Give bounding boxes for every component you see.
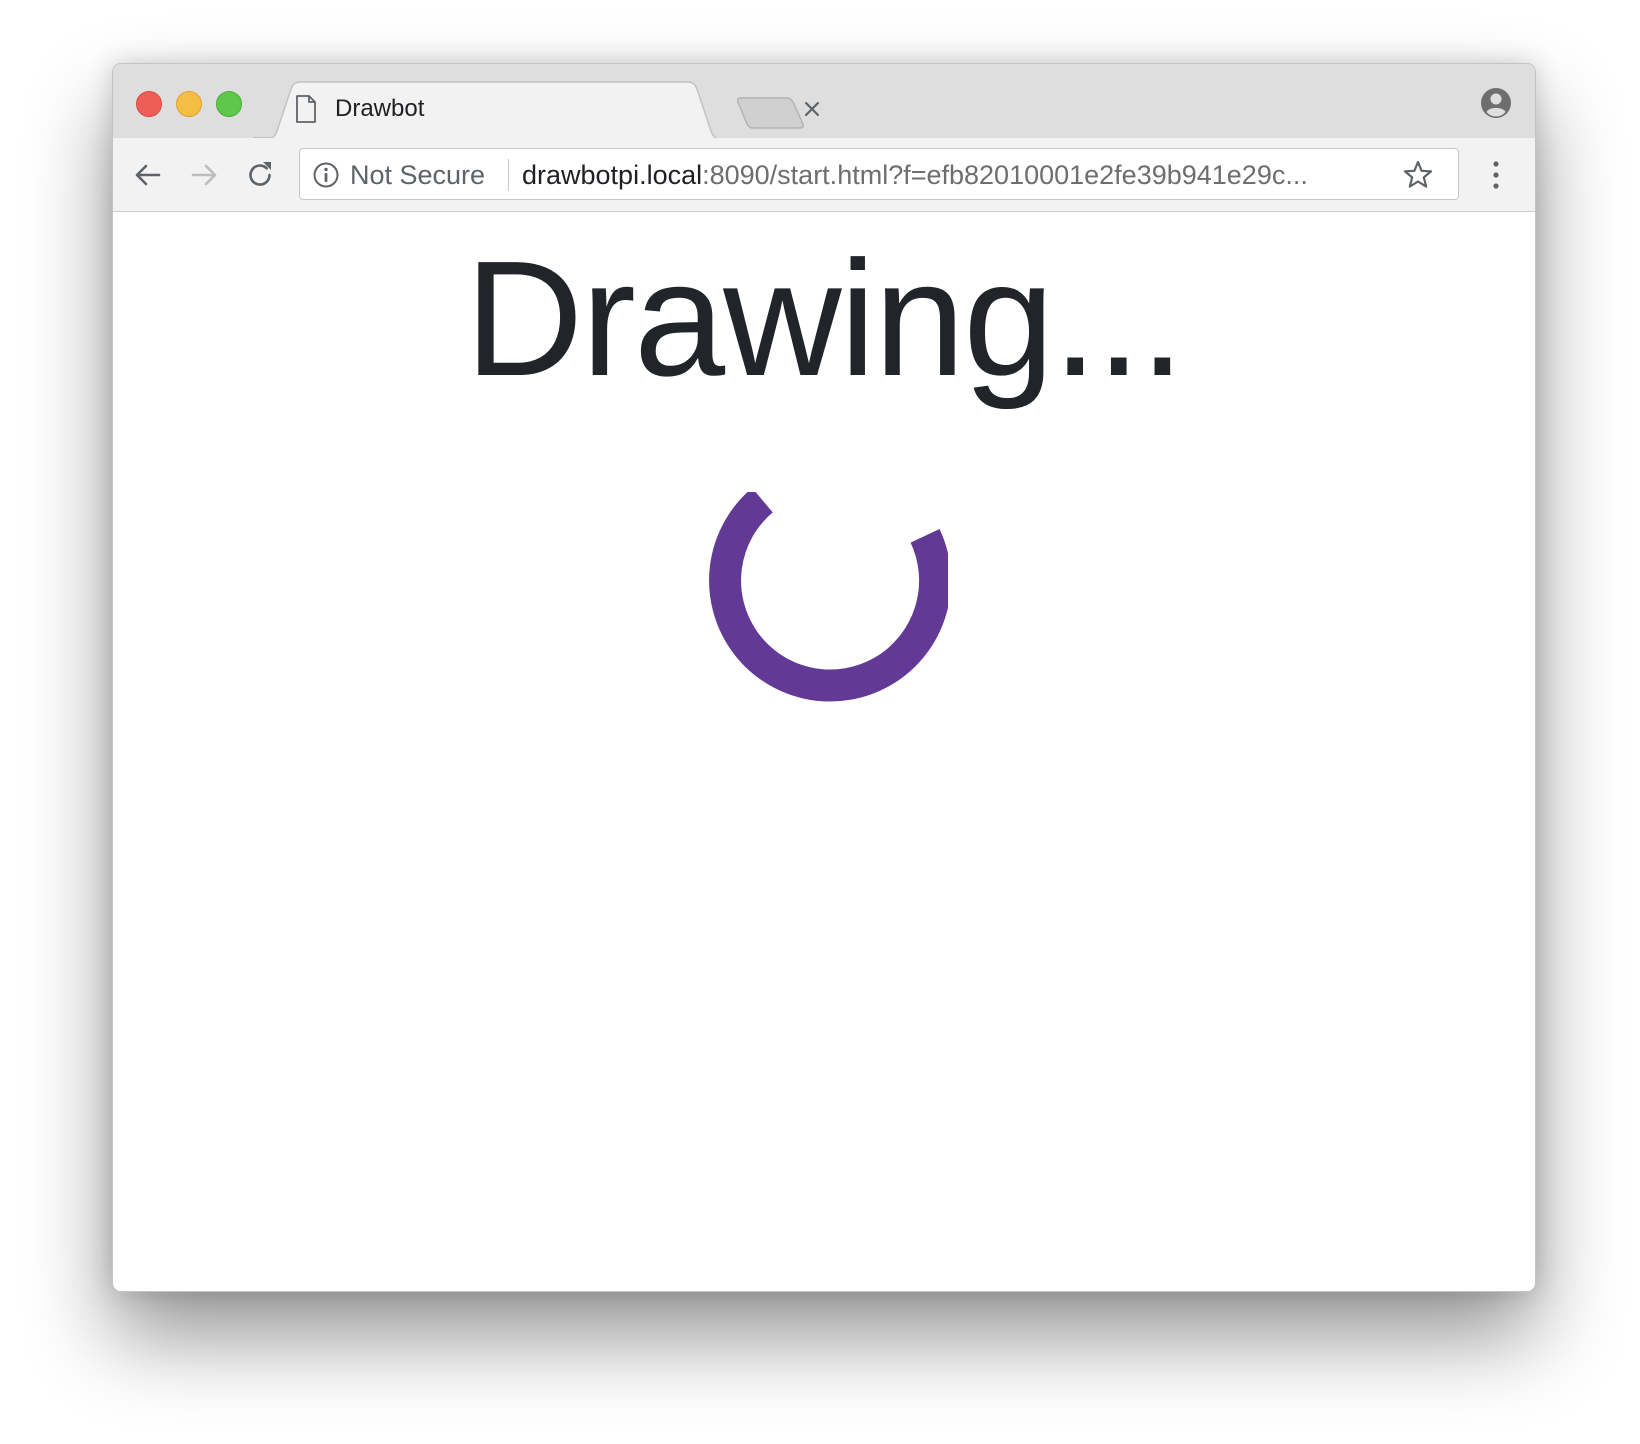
tab-strip: Drawbot (113, 64, 1535, 139)
page-viewport: Drawing... (113, 212, 1535, 1291)
window-minimize-button[interactable] (176, 91, 202, 117)
tab-title: Drawbot (335, 95, 425, 122)
reload-icon[interactable] (243, 158, 277, 192)
new-tab-icon[interactable] (737, 96, 807, 130)
address-divider (508, 159, 509, 191)
window-close-button[interactable] (136, 91, 162, 117)
page-icon (296, 95, 316, 123)
url-host: drawbotpi.local (522, 160, 703, 190)
url-path: :8090/start.html?f=efb82010001e2fe39b941… (702, 160, 1308, 190)
star-icon[interactable] (1402, 159, 1434, 191)
arrow-right-icon[interactable] (187, 158, 221, 192)
url-text[interactable]: drawbotpi.local:8090/start.html?f=efb820… (522, 160, 1372, 190)
profile-icon[interactable] (1479, 86, 1513, 120)
spinner-icon (709, 492, 948, 702)
arrow-left-icon[interactable] (131, 158, 165, 192)
menu-dots-icon[interactable] (1486, 158, 1506, 192)
browser-toolbar: Not Secure drawbotpi.local:8090/start.ht… (113, 138, 1535, 212)
tab-active[interactable]: Drawbot (291, 81, 820, 137)
info-icon[interactable] (312, 161, 340, 189)
window-maximize-button[interactable] (216, 91, 242, 117)
page-heading: Drawing... (464, 227, 1185, 410)
browser-window: Drawbot Not Secure drawbotpi.local:8090/… (112, 63, 1536, 1292)
security-label[interactable]: Not Secure (350, 160, 485, 190)
address-bar[interactable]: Not Secure drawbotpi.local:8090/start.ht… (299, 148, 1459, 200)
